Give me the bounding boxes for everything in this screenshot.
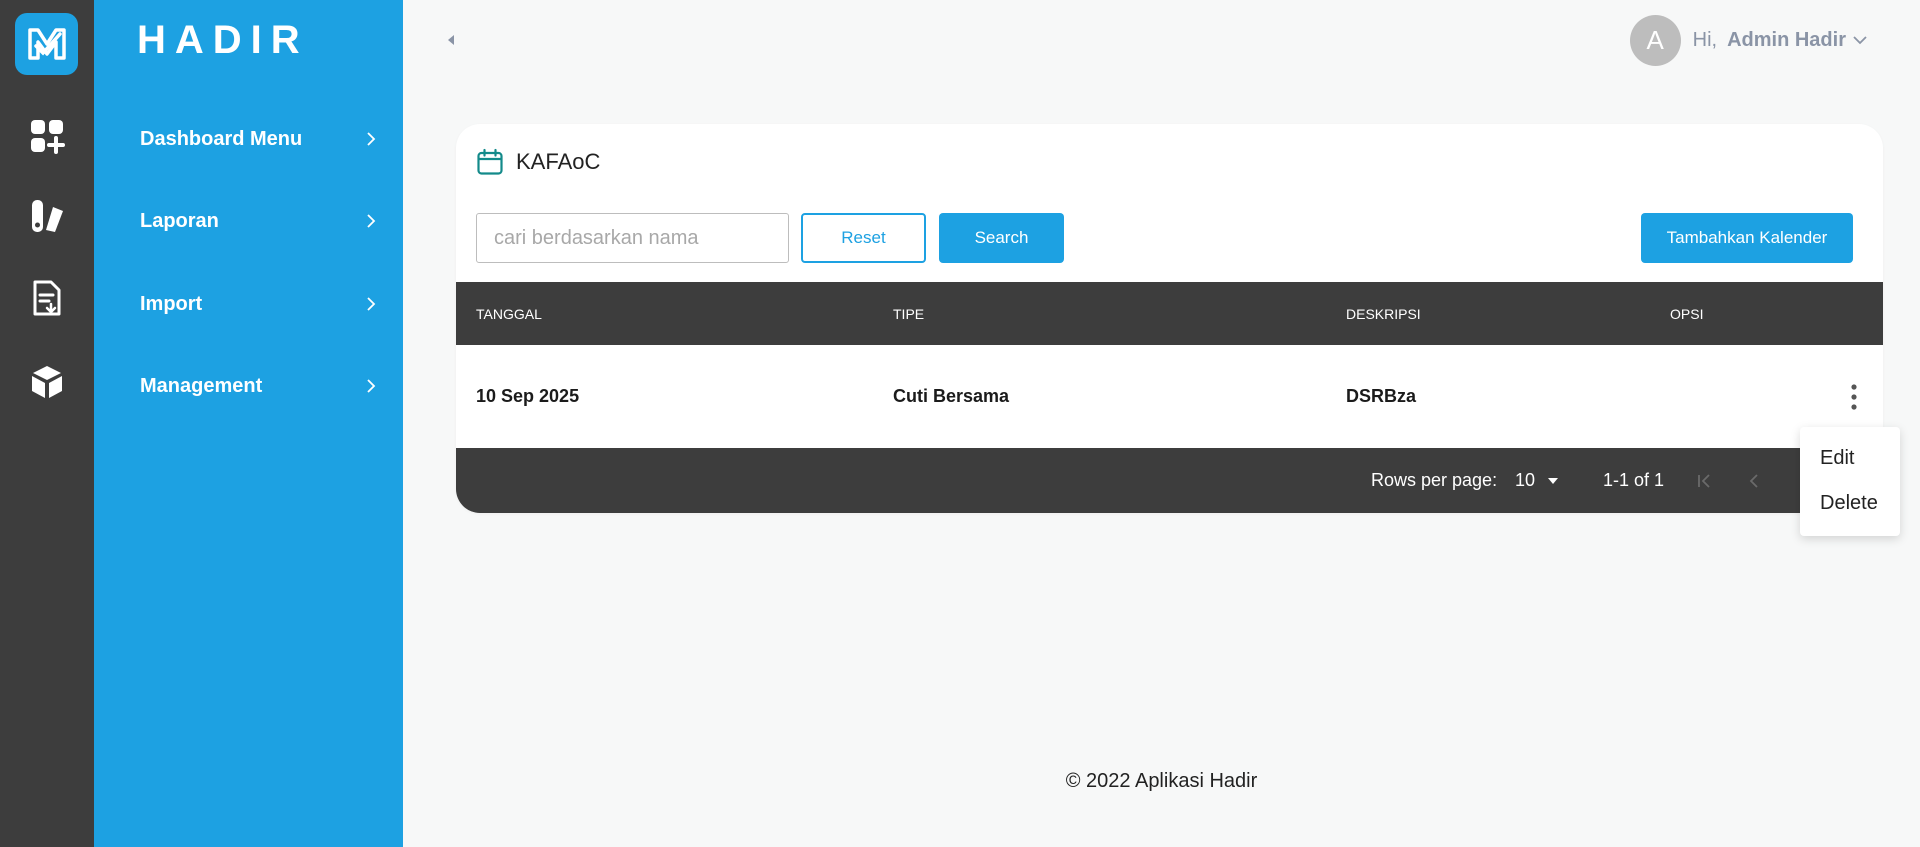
sidebar-item-label: Management xyxy=(140,374,263,397)
sidebar-item-dashboard-menu[interactable]: Dashboard Menu xyxy=(140,119,380,159)
caret-left-icon xyxy=(448,35,454,45)
user-menu[interactable]: A Hi, Admin Hadir xyxy=(1629,14,1868,66)
search-button[interactable]: Search xyxy=(939,213,1064,263)
card-title: KAFAoC xyxy=(516,149,601,174)
reset-button[interactable]: Reset xyxy=(801,213,926,263)
pagination-range: 1-1 of 1 xyxy=(1603,470,1665,490)
column-header-tanggal[interactable]: TANGGAL xyxy=(476,282,542,345)
cube-icon[interactable] xyxy=(25,360,69,404)
avatar: A xyxy=(1629,14,1681,66)
chevron-left-icon xyxy=(1749,474,1758,488)
greeting: Hi, xyxy=(1692,28,1718,51)
first-page-button[interactable] xyxy=(1691,468,1717,494)
chevron-down-icon xyxy=(1853,36,1867,45)
delete-menu-item[interactable]: Delete xyxy=(1820,492,1878,515)
chevron-right-icon xyxy=(366,296,380,312)
cell-tanggal: 10 Sep 2025 xyxy=(476,386,580,406)
chevron-right-icon xyxy=(366,378,380,394)
column-header-deskripsi[interactable]: DESKRIPSI xyxy=(1346,282,1421,345)
cell-deskripsi: DSRBza xyxy=(1346,386,1417,406)
sidebar-item-label: Dashboard Menu xyxy=(140,127,303,150)
dashboard-add-icon[interactable] xyxy=(25,114,69,158)
sidebar-item-label: Laporan xyxy=(140,209,219,232)
row-options-menu: Edit Delete xyxy=(1800,427,1900,536)
collapse-sidebar-button[interactable] xyxy=(443,30,459,50)
sidebar-item-label: Import xyxy=(140,292,203,315)
rows-per-page-value: 10 xyxy=(1515,470,1536,490)
card-header: KAFAoC xyxy=(476,148,600,176)
logo-icon[interactable] xyxy=(15,13,78,75)
user-name: Admin Hadir xyxy=(1727,28,1846,51)
report-icon[interactable] xyxy=(25,194,69,238)
caret-down-icon xyxy=(1548,477,1559,484)
sidebar: HADIR Dashboard Menu Laporan Import Mana… xyxy=(94,0,403,847)
sidebar-item-import[interactable]: Import xyxy=(140,284,380,324)
edit-menu-item[interactable]: Edit xyxy=(1820,447,1854,470)
brand-name: HADIR xyxy=(137,18,309,62)
chevron-right-icon xyxy=(366,131,380,147)
document-download-icon[interactable] xyxy=(25,276,69,320)
column-header-opsi: OPSI xyxy=(1670,305,1704,322)
previous-page-button[interactable] xyxy=(1741,468,1767,494)
row-options-button[interactable] xyxy=(1844,381,1864,413)
search-input[interactable] xyxy=(476,213,789,263)
table-pagination: Rows per page: 10 1-1 of 1 xyxy=(456,448,1883,513)
first-page-icon xyxy=(1698,474,1710,488)
table-header: TANGGAL TIPE DESKRIPSI OPSI xyxy=(456,282,1883,345)
calendar-card: KAFAoC Reset Search Tambahkan Kalender T… xyxy=(456,124,1883,513)
sidebar-item-management[interactable]: Management xyxy=(140,366,380,406)
rows-per-page-select[interactable]: 10 xyxy=(1515,448,1559,513)
column-header-tipe[interactable]: TIPE xyxy=(893,282,924,345)
table-row: 10 Sep 2025 Cuti Bersama DSRBza xyxy=(456,345,1883,448)
add-calendar-button[interactable]: Tambahkan Kalender xyxy=(1641,213,1853,263)
cell-tipe: Cuti Bersama xyxy=(893,386,1010,406)
chevron-right-icon xyxy=(366,213,380,229)
page-footer: © 2022 Aplikasi Hadir xyxy=(1065,770,1258,792)
calendar-icon xyxy=(477,148,503,175)
more-vertical-icon xyxy=(1851,384,1857,410)
rows-per-page-label: Rows per page: xyxy=(1371,470,1498,490)
sidebar-item-laporan[interactable]: Laporan xyxy=(140,201,380,241)
icon-rail xyxy=(0,0,94,847)
